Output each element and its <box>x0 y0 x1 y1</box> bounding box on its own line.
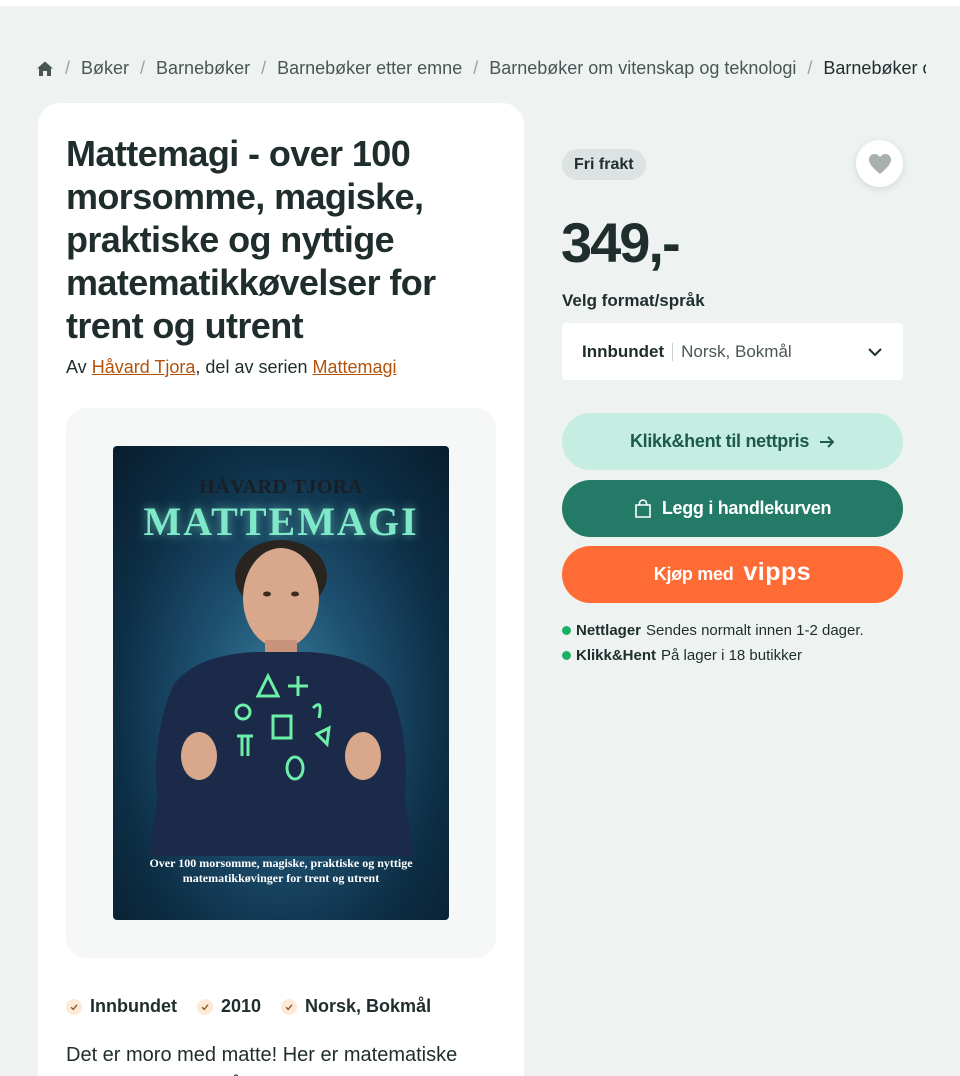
check-icon <box>281 998 298 1015</box>
format-select[interactable]: Innbundet Norsk, Bokmål <box>562 323 903 380</box>
stock-store-text: På lager i 18 butikker <box>661 647 802 664</box>
product-price: 349,- <box>561 211 681 274</box>
home-icon[interactable] <box>36 60 54 78</box>
stock-status-dot <box>562 651 571 660</box>
free-shipping-badge: Fri frakt <box>562 149 646 180</box>
feature-year-label: 2010 <box>220 996 262 1016</box>
click-collect-button[interactable]: Klikk&hent til nettpris <box>562 413 903 470</box>
stock-online: Nettlager Sendes normalt innen 1-2 dager… <box>562 622 864 639</box>
breadcrumb-separator: / <box>140 58 146 78</box>
stock-store: Klikk&Hent På lager i 18 butikker <box>562 647 802 664</box>
stock-status-dot <box>562 626 571 635</box>
breadcrumb-item-etter-emne[interactable]: Barnebøker etter emne <box>277 58 462 79</box>
format-label: Velg format/språk <box>562 291 705 310</box>
product-features: Innbundet 2010 Norsk, Bokmål <box>66 996 431 1017</box>
breadcrumb-separator: / <box>261 58 267 78</box>
top-strip <box>0 0 960 6</box>
breadcrumb-item-boker[interactable]: Bøker <box>81 58 129 79</box>
breadcrumb: / Bøker / Barnebøker / Barnebøker etter … <box>36 58 926 79</box>
breadcrumb-item-vitenskap[interactable]: Barnebøker om vitenskap og teknologi <box>489 58 796 79</box>
feature-format-label: Innbundet <box>90 996 177 1016</box>
chevron-down-icon <box>867 347 883 357</box>
heart-icon <box>868 153 891 174</box>
breadcrumb-item-current: Barnebøker om <box>823 58 926 78</box>
favorite-button[interactable] <box>856 140 903 187</box>
add-to-cart-button[interactable]: Legg i handlekurven <box>562 480 903 537</box>
add-to-cart-label: Legg i handlekurven <box>661 498 832 518</box>
vipps-buy-button[interactable]: Kjøp med vipps <box>562 546 903 603</box>
feature-year: 2010 <box>196 996 262 1017</box>
feature-language: Norsk, Bokmål <box>281 996 431 1017</box>
series-link[interactable]: Mattemagi <box>313 357 397 377</box>
stock-store-label: Klikk&Hent <box>576 647 657 664</box>
selected-language: Norsk, Bokmål <box>681 341 792 361</box>
stock-online-text: Sendes normalt innen 1-2 dager. <box>646 622 864 639</box>
check-icon <box>66 998 82 1015</box>
product-byline: Av Håvard Tjora, del av serien Mattemagi <box>66 357 397 378</box>
arrow-right-icon <box>820 435 835 448</box>
series-prefix: , del av serien <box>195 357 308 377</box>
breadcrumb-separator: / <box>807 58 813 78</box>
select-divider <box>672 342 674 361</box>
feature-format: Innbundet <box>66 996 177 1017</box>
breadcrumb-separator: / <box>65 58 71 78</box>
book-cover-image[interactable]: HÅVARD TJORA MATTEMAGI Over 100 morsomme… <box>113 446 449 920</box>
byline-prefix: Av <box>66 357 87 377</box>
cover-subtitle: Over 100 morsomme, magiske, praktiske og… <box>149 856 413 885</box>
click-collect-label: Klikk&hent til nettpris <box>629 431 810 451</box>
vipps-prefix: Kjøp med <box>653 564 734 584</box>
author-link[interactable]: Håvard Tjora <box>92 357 196 377</box>
check-icon <box>196 998 213 1015</box>
breadcrumb-separator: / <box>473 58 479 78</box>
vipps-logo: vipps <box>743 558 812 586</box>
cover-person-illustration <box>149 540 413 856</box>
cover-author: HÅVARD TJORA <box>199 476 363 498</box>
product-description: Det er moro med matte! Her er matematisk… <box>66 1044 458 1076</box>
feature-language-label: Norsk, Bokmål <box>305 996 432 1016</box>
breadcrumb-item-barneboker[interactable]: Barnebøker <box>156 58 250 79</box>
product-title: Mattemagi - over 100 morsomme, magiske, … <box>66 133 436 346</box>
shopping-bag-icon <box>635 498 651 518</box>
stock-online-label: Nettlager <box>576 622 642 639</box>
selected-format: Innbundet <box>582 341 665 361</box>
